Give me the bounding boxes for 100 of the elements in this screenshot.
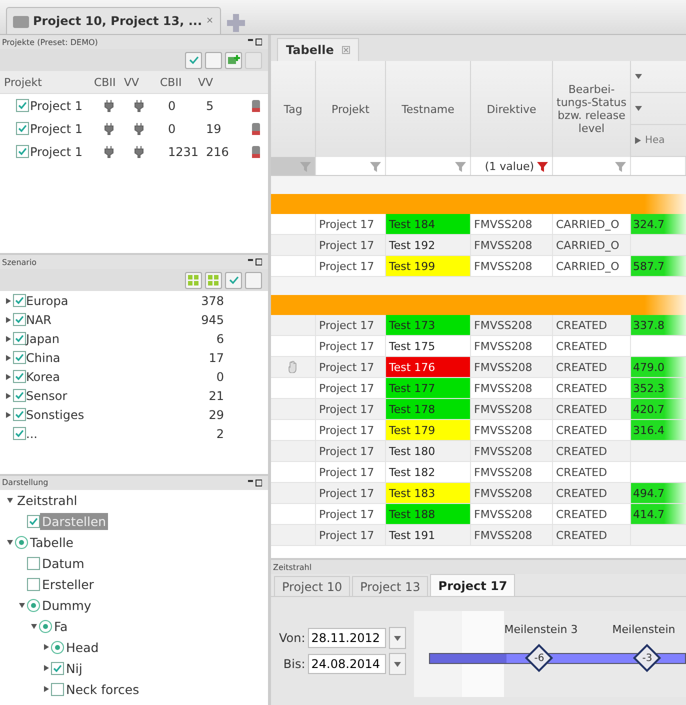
value-cell: 479.0	[631, 357, 686, 377]
table-cell-text: 19	[206, 122, 222, 136]
milestone-marker[interactable]: -3	[633, 644, 662, 672]
column-header[interactable]: VV	[124, 76, 160, 88]
test-name-cell: Test 191	[386, 525, 471, 545]
value-cell: 337.8	[631, 315, 686, 335]
table-cell: CREATED	[553, 525, 631, 545]
scenario-count: 2	[216, 426, 224, 441]
scenario-item[interactable]: Sonstiges	[26, 408, 84, 422]
panel-title: Zeitstrahl	[273, 562, 312, 572]
value-cell: 352.3	[631, 378, 686, 398]
tree-item[interactable]: Ersteller	[40, 576, 96, 593]
date-field[interactable]: 24.08.2014	[308, 654, 386, 674]
scenario-count: 17	[208, 350, 224, 365]
table-cell-text: 0	[168, 122, 177, 136]
scenario-item[interactable]: Japan	[26, 332, 60, 346]
tree-item[interactable]: Nij	[64, 660, 84, 677]
column-header[interactable]: Projekt	[4, 76, 94, 88]
table-cell: Project 17	[316, 441, 386, 461]
field-label: Von:	[279, 631, 306, 645]
table-cell: FMVSS208	[471, 256, 553, 276]
table-cell-text: 0	[168, 98, 177, 112]
column-header[interactable]: Hea	[645, 135, 665, 146]
milestone-marker[interactable]: -6	[525, 644, 554, 672]
scenario-count: 945	[201, 312, 224, 327]
test-name-cell: Test 184	[386, 214, 471, 234]
table-cell: CREATED	[553, 462, 631, 482]
table-cell: FMVSS208	[471, 441, 553, 461]
test-name-cell: Test 177	[386, 378, 471, 398]
value-cell: 316.4	[631, 420, 686, 440]
test-name-cell: Test 176	[386, 357, 471, 377]
scenario-count: 6	[216, 332, 224, 346]
scenario-item[interactable]: Europa	[26, 294, 68, 308]
scenario-item[interactable]: Korea	[26, 370, 60, 384]
table-cell: FMVSS208	[471, 420, 553, 440]
close-tab-button[interactable]: ×	[206, 16, 214, 26]
table-cell: CARRIED_O	[553, 235, 631, 255]
table-cell: FMVSS208	[471, 315, 553, 335]
value-cell: 494.7	[631, 483, 686, 503]
milestone-label: Meilenstein 3	[504, 623, 578, 636]
table-cell: FMVSS208	[471, 504, 553, 524]
value-cell: 587.7	[631, 256, 686, 276]
project-tab[interactable]: Project 17	[430, 574, 516, 596]
table-cell-text: 5	[206, 98, 215, 112]
tree-item[interactable]: Dummy	[40, 596, 94, 614]
test-name-cell: Test 178	[386, 399, 471, 419]
project-name: Project 1	[30, 98, 83, 112]
panel-title: Projekte (Preset: DEMO)	[2, 38, 98, 46]
table-cell: Project 17	[316, 235, 386, 255]
table-cell: FMVSS208	[471, 462, 553, 482]
table-cell: CREATED	[553, 336, 631, 356]
test-name-cell: Test 192	[386, 235, 471, 255]
column-header[interactable]: CBII	[94, 76, 124, 88]
scenario-count: 378	[201, 294, 224, 308]
project-name: Project 1	[30, 122, 83, 136]
table-cell: CREATED	[553, 441, 631, 461]
value-cell: 420.7	[631, 399, 686, 419]
column-header[interactable]: CBII	[160, 76, 198, 88]
field-label: Bis:	[282, 657, 306, 671]
table-cell: Project 17	[316, 336, 386, 356]
scenario-count: 21	[208, 388, 224, 403]
tree-item[interactable]: Tabelle	[28, 534, 76, 551]
project-tab[interactable]: Project 13	[352, 576, 428, 596]
tree-item[interactable]: Zeitstrahl	[15, 492, 80, 509]
table-cell-text: 1231	[168, 144, 200, 158]
tree-item[interactable]: Datum	[40, 554, 86, 572]
scenario-count: 29	[208, 408, 224, 422]
test-name-cell: Test 180	[386, 441, 471, 461]
scenario-item[interactable]: China	[26, 350, 60, 365]
test-name-cell: Test 179	[386, 420, 471, 440]
tree-item[interactable]: Fa	[52, 618, 70, 635]
milestone-label: Meilenstein	[612, 623, 676, 636]
panel-title: Darstellung	[2, 478, 48, 488]
table-cell: FMVSS208	[471, 399, 553, 419]
table-cell: FMVSS208	[471, 235, 553, 255]
document-tab[interactable]: Project 10, Project 13, ... ×	[6, 7, 221, 34]
project-name: Project 1	[30, 144, 83, 158]
table-cell: FMVSS208	[471, 336, 553, 356]
test-name-cell: Test 199	[386, 256, 471, 276]
table-cell: FMVSS208	[471, 378, 553, 398]
table-cell: FMVSS208	[471, 525, 553, 545]
test-name-cell: Test 188	[386, 504, 471, 524]
scenario-count: 0	[216, 370, 224, 384]
table-cell: FMVSS208	[471, 214, 553, 234]
column-header[interactable]: VV	[198, 76, 258, 88]
filter-value[interactable]: (1 value)	[484, 160, 534, 172]
table-cell: FMVSS208	[471, 357, 553, 377]
project-tab[interactable]: Project 10	[274, 576, 350, 596]
scenario-item[interactable]: ...	[26, 426, 38, 441]
table-tab[interactable]: Tabelle	[277, 38, 359, 61]
table-cell-text: 216	[206, 144, 230, 158]
document-tab-title: Project 10, Project 13, ...	[33, 14, 202, 28]
date-field[interactable]: 28.11.2012	[308, 628, 386, 648]
tree-item[interactable]: Head	[64, 638, 101, 656]
panel-title: Szenario	[2, 258, 37, 267]
test-name-cell: Test 173	[386, 315, 471, 335]
table-cell: Project 17	[316, 462, 386, 482]
scenario-item[interactable]: NAR	[26, 312, 52, 327]
scenario-item[interactable]: Sensor	[26, 388, 68, 403]
tree-item[interactable]: Neck forces	[64, 680, 142, 698]
